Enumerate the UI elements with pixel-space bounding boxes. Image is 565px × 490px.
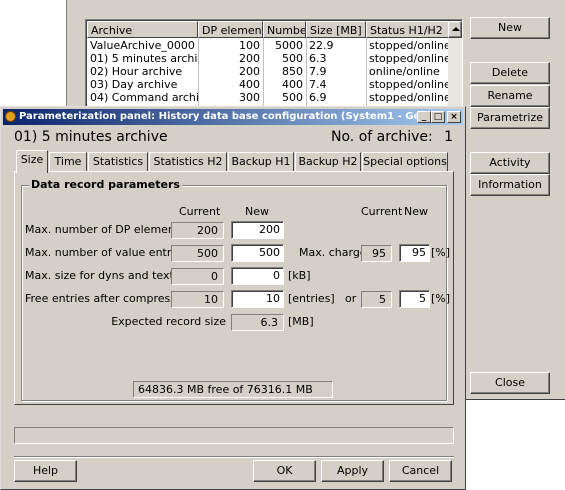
cell-dp-elements: 200 xyxy=(239,52,260,65)
expected-size-value: 6.3 xyxy=(231,314,284,331)
cell-archive: ValueArchive_0000 xyxy=(90,39,195,52)
max-size-unit: [kB] xyxy=(288,269,311,282)
max-size-current: 0 xyxy=(171,268,224,285)
max-size-input[interactable]: 0 xyxy=(231,267,284,285)
column-header-size[interactable]: Size [MB] xyxy=(306,21,366,38)
expected-size-unit: [MB] xyxy=(288,315,314,328)
max-dp-label: Max. number of DP elements xyxy=(25,223,185,236)
archive-table[interactable]: Archive DP elements Number Size [MB] Sta… xyxy=(85,19,463,111)
free-entries-label: Free entries after compression xyxy=(25,292,193,305)
tab-backup-h1[interactable]: Backup H1 xyxy=(228,152,294,171)
cell-number: 850 xyxy=(282,65,303,78)
cell-status: stopped/online xyxy=(369,52,448,65)
column-new-label-2: New xyxy=(404,205,428,218)
parametrize-button[interactable]: Parametrize xyxy=(470,107,550,129)
column-header-dp-elements[interactable]: DP elements xyxy=(198,21,263,38)
cell-size: 22.9 xyxy=(309,39,334,52)
cell-dp-elements: 400 xyxy=(239,78,260,91)
max-values-label: Max. number of value entries xyxy=(25,246,187,259)
cell-size: 7.4 xyxy=(309,78,327,91)
cell-status: stopped/online xyxy=(369,91,448,104)
cell-status: online/online xyxy=(369,65,440,78)
tab-statistics-h2[interactable]: Statistics H2 xyxy=(149,152,227,171)
max-charge-label: Max. charge xyxy=(299,246,367,259)
cell-dp-elements: 300 xyxy=(239,91,260,104)
help-button[interactable]: Help xyxy=(14,460,77,482)
tab-panel-size: Data record parameters Current New Curre… xyxy=(14,171,454,405)
scrollbar-track[interactable] xyxy=(448,38,462,110)
archive-name-heading: 01) 5 minutes archive xyxy=(14,129,168,145)
cell-dp-elements: 100 xyxy=(239,39,260,52)
free-pct-input[interactable]: 5 xyxy=(399,290,430,308)
status-bar xyxy=(14,427,454,444)
free-entries-current: 10 xyxy=(171,291,224,308)
new-button[interactable]: New xyxy=(470,17,550,39)
group-title: Data record parameters xyxy=(29,177,182,193)
max-values-input[interactable]: 500 xyxy=(231,244,284,262)
no-of-archive-label: No. of archive: xyxy=(331,129,433,145)
cell-number: 400 xyxy=(282,78,303,91)
expected-size-label: Expected record size xyxy=(111,315,226,328)
arrow-up-icon xyxy=(452,27,460,31)
tab-size[interactable]: Size xyxy=(16,150,48,173)
tab-time[interactable]: Time xyxy=(49,152,87,171)
cell-archive: 03) Day archive xyxy=(90,78,178,91)
column-header-status[interactable]: Status H1/H2 xyxy=(366,21,449,38)
information-button[interactable]: Information xyxy=(470,174,550,196)
tab-special-options[interactable]: Special options xyxy=(362,152,448,171)
title-bar[interactable]: Parameterization panel: History data bas… xyxy=(3,109,463,125)
column-header-archive[interactable]: Archive xyxy=(87,21,198,38)
delete-button[interactable]: Delete xyxy=(470,62,550,84)
free-entries-input[interactable]: 10 xyxy=(231,290,284,308)
max-charge-input[interactable]: 95 xyxy=(399,244,430,262)
tab-backup-h2[interactable]: Backup H2 xyxy=(295,152,361,171)
app-icon xyxy=(5,111,16,122)
scrollbar-up-button[interactable] xyxy=(448,21,462,38)
cell-status: stopped/online xyxy=(369,39,448,52)
no-of-archive-value: 1 xyxy=(444,129,453,145)
cell-dp-elements: 200 xyxy=(239,65,260,78)
free-entries-unit: [entries] xyxy=(288,292,335,305)
tab-statistics[interactable]: Statistics xyxy=(88,152,148,171)
max-dp-input[interactable]: 200 xyxy=(231,221,284,239)
apply-button[interactable]: Apply xyxy=(321,460,384,482)
column-current-label-2: Current xyxy=(361,205,403,218)
max-size-label: Max. size for dyns and texts xyxy=(25,269,180,282)
cell-archive: 04) Command archive xyxy=(90,91,198,104)
rename-button[interactable]: Rename xyxy=(470,85,550,107)
free-pct-current: 5 xyxy=(361,291,392,308)
minimize-icon[interactable]: _ xyxy=(417,111,431,123)
cell-archive: 02) Hour archive xyxy=(90,65,183,78)
cell-status: stopped/online xyxy=(369,78,448,91)
max-charge-current: 95 xyxy=(361,245,392,262)
close-icon[interactable]: × xyxy=(447,111,461,123)
cell-archive: 01) 5 minutes archive xyxy=(90,52,198,65)
or-label: or xyxy=(345,292,357,305)
close-button[interactable]: Close xyxy=(470,372,550,394)
ok-button[interactable]: OK xyxy=(253,460,316,482)
button-bar xyxy=(14,456,454,483)
maximize-icon[interactable]: □ xyxy=(431,111,445,123)
cell-number: 500 xyxy=(282,91,303,104)
disk-space-info: 64836.3 MB free of 76316.1 MB xyxy=(133,381,333,398)
free-pct-unit: [%] xyxy=(431,292,451,305)
cell-size: 6.3 xyxy=(309,52,327,65)
cell-number: 5000 xyxy=(275,39,303,52)
column-new-label: New xyxy=(245,205,269,218)
max-dp-current: 200 xyxy=(171,222,224,239)
dialog-title: Parameterization panel: History data bas… xyxy=(19,111,419,122)
parameterization-dialog: Parameterization panel: History data bas… xyxy=(0,106,466,490)
cell-size: 6.9 xyxy=(309,91,327,104)
cancel-button[interactable]: Cancel xyxy=(389,460,452,482)
max-values-current: 500 xyxy=(171,245,224,262)
cell-number: 500 xyxy=(282,52,303,65)
cell-size: 7.9 xyxy=(309,65,327,78)
max-charge-unit: [%] xyxy=(431,246,451,259)
column-header-number[interactable]: Number xyxy=(263,21,306,38)
activity-button[interactable]: Activity xyxy=(470,152,550,174)
column-current-label: Current xyxy=(179,205,221,218)
